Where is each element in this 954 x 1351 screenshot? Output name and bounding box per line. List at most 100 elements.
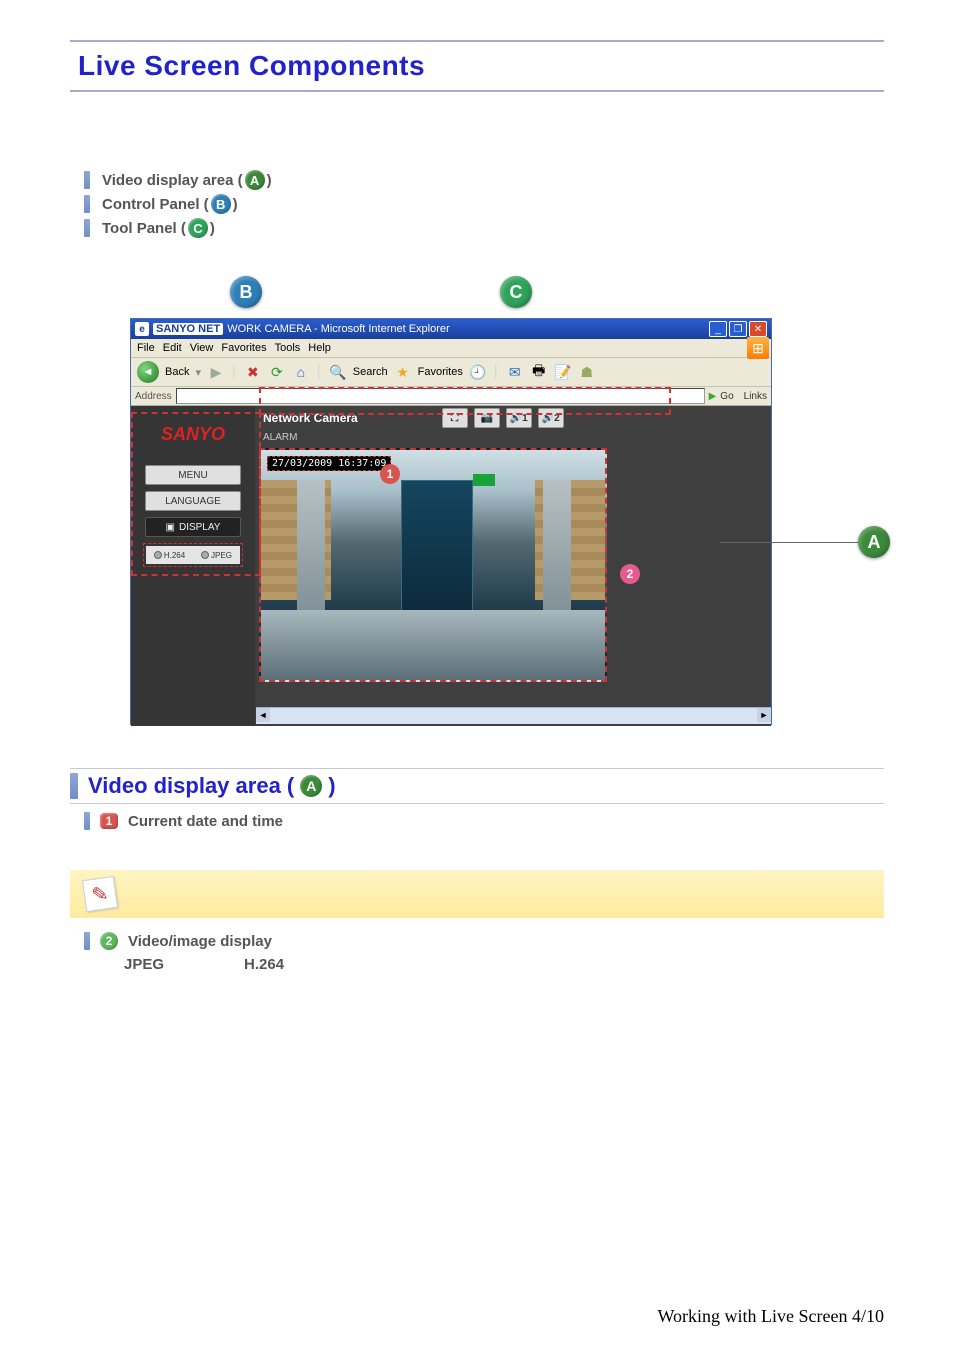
address-bar: Address ▶ Go Links xyxy=(131,387,771,406)
menu-file[interactable]: File xyxy=(137,342,155,354)
forward-icon[interactable]: ▶ xyxy=(207,363,225,381)
radio-icon xyxy=(201,551,209,559)
print-icon[interactable]: 🖶 xyxy=(530,363,548,381)
close-button[interactable]: ✕ xyxy=(749,321,767,337)
title-text: WORK CAMERA - Microsoft Internet Explore… xyxy=(227,323,450,335)
home-icon[interactable]: ⌂ xyxy=(292,363,310,381)
history-icon[interactable]: 🕘 xyxy=(469,363,487,381)
maximize-button[interactable]: ❐ xyxy=(729,321,747,337)
item-current-datetime: 1 Current date and time xyxy=(84,812,884,830)
language-button[interactable]: LANGUAGE xyxy=(145,491,241,511)
bullet-tick xyxy=(84,932,90,950)
search-label[interactable]: Search xyxy=(353,366,388,378)
windows-flag-icon: ⊞ xyxy=(747,337,769,359)
control-panel: SANYO MENU LANGUAGE ▣ DISPLAY H.264 JPEG xyxy=(131,406,255,726)
legend-tool-panel: Tool Panel ( C ) xyxy=(84,218,884,238)
codec-tabs: H.264 JPEG xyxy=(143,543,243,567)
callout-1-icon: 1 xyxy=(380,464,400,484)
tool-panel: Network Camera ⛶ 📷 🔊1 🔊2 xyxy=(255,406,771,430)
radio-icon xyxy=(154,551,162,559)
menu-favorites[interactable]: Favorites xyxy=(221,342,266,354)
marker-2-icon: 2 xyxy=(100,932,118,950)
item1-text: Current date and time xyxy=(128,813,283,830)
bullet-tick xyxy=(84,195,90,213)
legend-text-suffix: ) xyxy=(210,220,215,237)
page-content: SANYO MENU LANGUAGE ▣ DISPLAY H.264 JPEG… xyxy=(131,406,771,726)
note-icon: ✎ xyxy=(82,876,118,912)
legend-text: Tool Panel ( xyxy=(102,220,186,237)
scroll-left-icon[interactable]: ◄ xyxy=(256,708,270,722)
item-video-image-display: 2 Video/image display JPEG H.264 xyxy=(84,932,884,973)
bullet-tick xyxy=(84,219,90,237)
marker-b-icon: B xyxy=(211,194,231,214)
search-icon[interactable]: 🔍 xyxy=(329,363,347,381)
wall-decor xyxy=(543,480,571,630)
app-title: Network Camera xyxy=(263,411,358,425)
display-button-label: DISPLAY xyxy=(179,522,221,533)
bullet-tick xyxy=(84,171,90,189)
mail-icon[interactable]: ✉ xyxy=(506,363,524,381)
video-display: 27/03/2009 16:37:09 xyxy=(259,448,607,682)
address-input[interactable] xyxy=(176,388,705,404)
item2-text: Video/image display xyxy=(128,933,272,950)
item2-col-h264: H.264 xyxy=(244,956,284,973)
alarm-label: ALARM xyxy=(255,430,771,445)
callout-2-icon: 2 xyxy=(620,564,640,584)
display-button[interactable]: ▣ DISPLAY xyxy=(145,517,241,537)
window-titlebar: e SANYO NET WORK CAMERA - Microsoft Inte… xyxy=(131,319,771,339)
video-area: Network Camera ⛶ 📷 🔊1 🔊2 ALARM xyxy=(255,406,771,726)
menu-view[interactable]: View xyxy=(190,342,214,354)
leader-line-a xyxy=(720,542,860,543)
favorites-label[interactable]: Favorites xyxy=(418,366,463,378)
snapshot-button[interactable]: 📷 xyxy=(474,408,500,428)
back-button[interactable]: ◄ xyxy=(137,361,159,383)
stop-icon[interactable]: ✖ xyxy=(244,363,262,381)
tool-icons: ⛶ 📷 🔊1 🔊2 xyxy=(442,408,564,428)
audio1-button[interactable]: 🔊1 xyxy=(506,408,532,428)
tab-jpeg-label: JPEG xyxy=(211,551,232,560)
menu-button[interactable]: MENU xyxy=(145,465,241,485)
capture-button[interactable]: ⛶ xyxy=(442,408,468,428)
edit-icon[interactable]: 📝 xyxy=(554,363,572,381)
callout-a-icon: A xyxy=(858,526,890,558)
window-title: e SANYO NET WORK CAMERA - Microsoft Inte… xyxy=(135,322,450,336)
links-label[interactable]: Links xyxy=(744,391,767,402)
exit-sign-decor xyxy=(473,474,495,486)
ie-icon: e xyxy=(135,322,149,336)
note-band: ✎ xyxy=(70,870,884,918)
marker-a-icon: A xyxy=(300,775,322,797)
sub-heading: Video display area ( A ) xyxy=(88,773,336,799)
sub-heading-suffix: ) xyxy=(328,773,335,799)
page-footer: Working with Live Screen 4/10 xyxy=(657,1306,884,1327)
callout-b-icon: B xyxy=(230,276,262,308)
tab-jpeg[interactable]: JPEG xyxy=(193,546,240,564)
back-label: Back xyxy=(165,366,189,378)
minimize-button[interactable]: _ xyxy=(709,321,727,337)
legend-control-panel: Control Panel ( B ) xyxy=(84,194,884,214)
display-icon: ▣ xyxy=(166,522,175,533)
status-bar: ◄ ► xyxy=(256,707,771,724)
page-title-bar: Live Screen Components xyxy=(70,40,884,92)
refresh-icon[interactable]: ⟳ xyxy=(268,363,286,381)
audio2-button[interactable]: 🔊2 xyxy=(538,408,564,428)
scroll-right-icon[interactable]: ► xyxy=(757,708,771,722)
sub-heading-prefix: Video display area ( xyxy=(88,773,294,799)
bullet-tick xyxy=(84,812,90,830)
marker-1-icon: 1 xyxy=(100,813,118,829)
go-label[interactable]: Go xyxy=(720,391,733,402)
browser-window: e SANYO NET WORK CAMERA - Microsoft Inte… xyxy=(130,318,772,725)
favorites-icon[interactable]: ★ xyxy=(394,363,412,381)
wall-decor xyxy=(297,480,325,630)
tab-h264[interactable]: H.264 xyxy=(146,546,193,564)
item2-col-jpeg: JPEG xyxy=(124,956,164,973)
tab-h264-label: H.264 xyxy=(164,551,185,560)
legend-block: Video display area ( A ) Control Panel (… xyxy=(84,170,884,238)
page-title: Live Screen Components xyxy=(70,44,884,88)
window-controls: _ ❐ ✕ xyxy=(709,321,767,337)
menu-help[interactable]: Help xyxy=(308,342,331,354)
legend-text: Control Panel ( xyxy=(102,196,209,213)
menu-tools[interactable]: Tools xyxy=(275,342,301,354)
marker-a-icon: A xyxy=(245,170,265,190)
menu-edit[interactable]: Edit xyxy=(163,342,182,354)
discuss-icon[interactable]: ☗ xyxy=(578,363,596,381)
